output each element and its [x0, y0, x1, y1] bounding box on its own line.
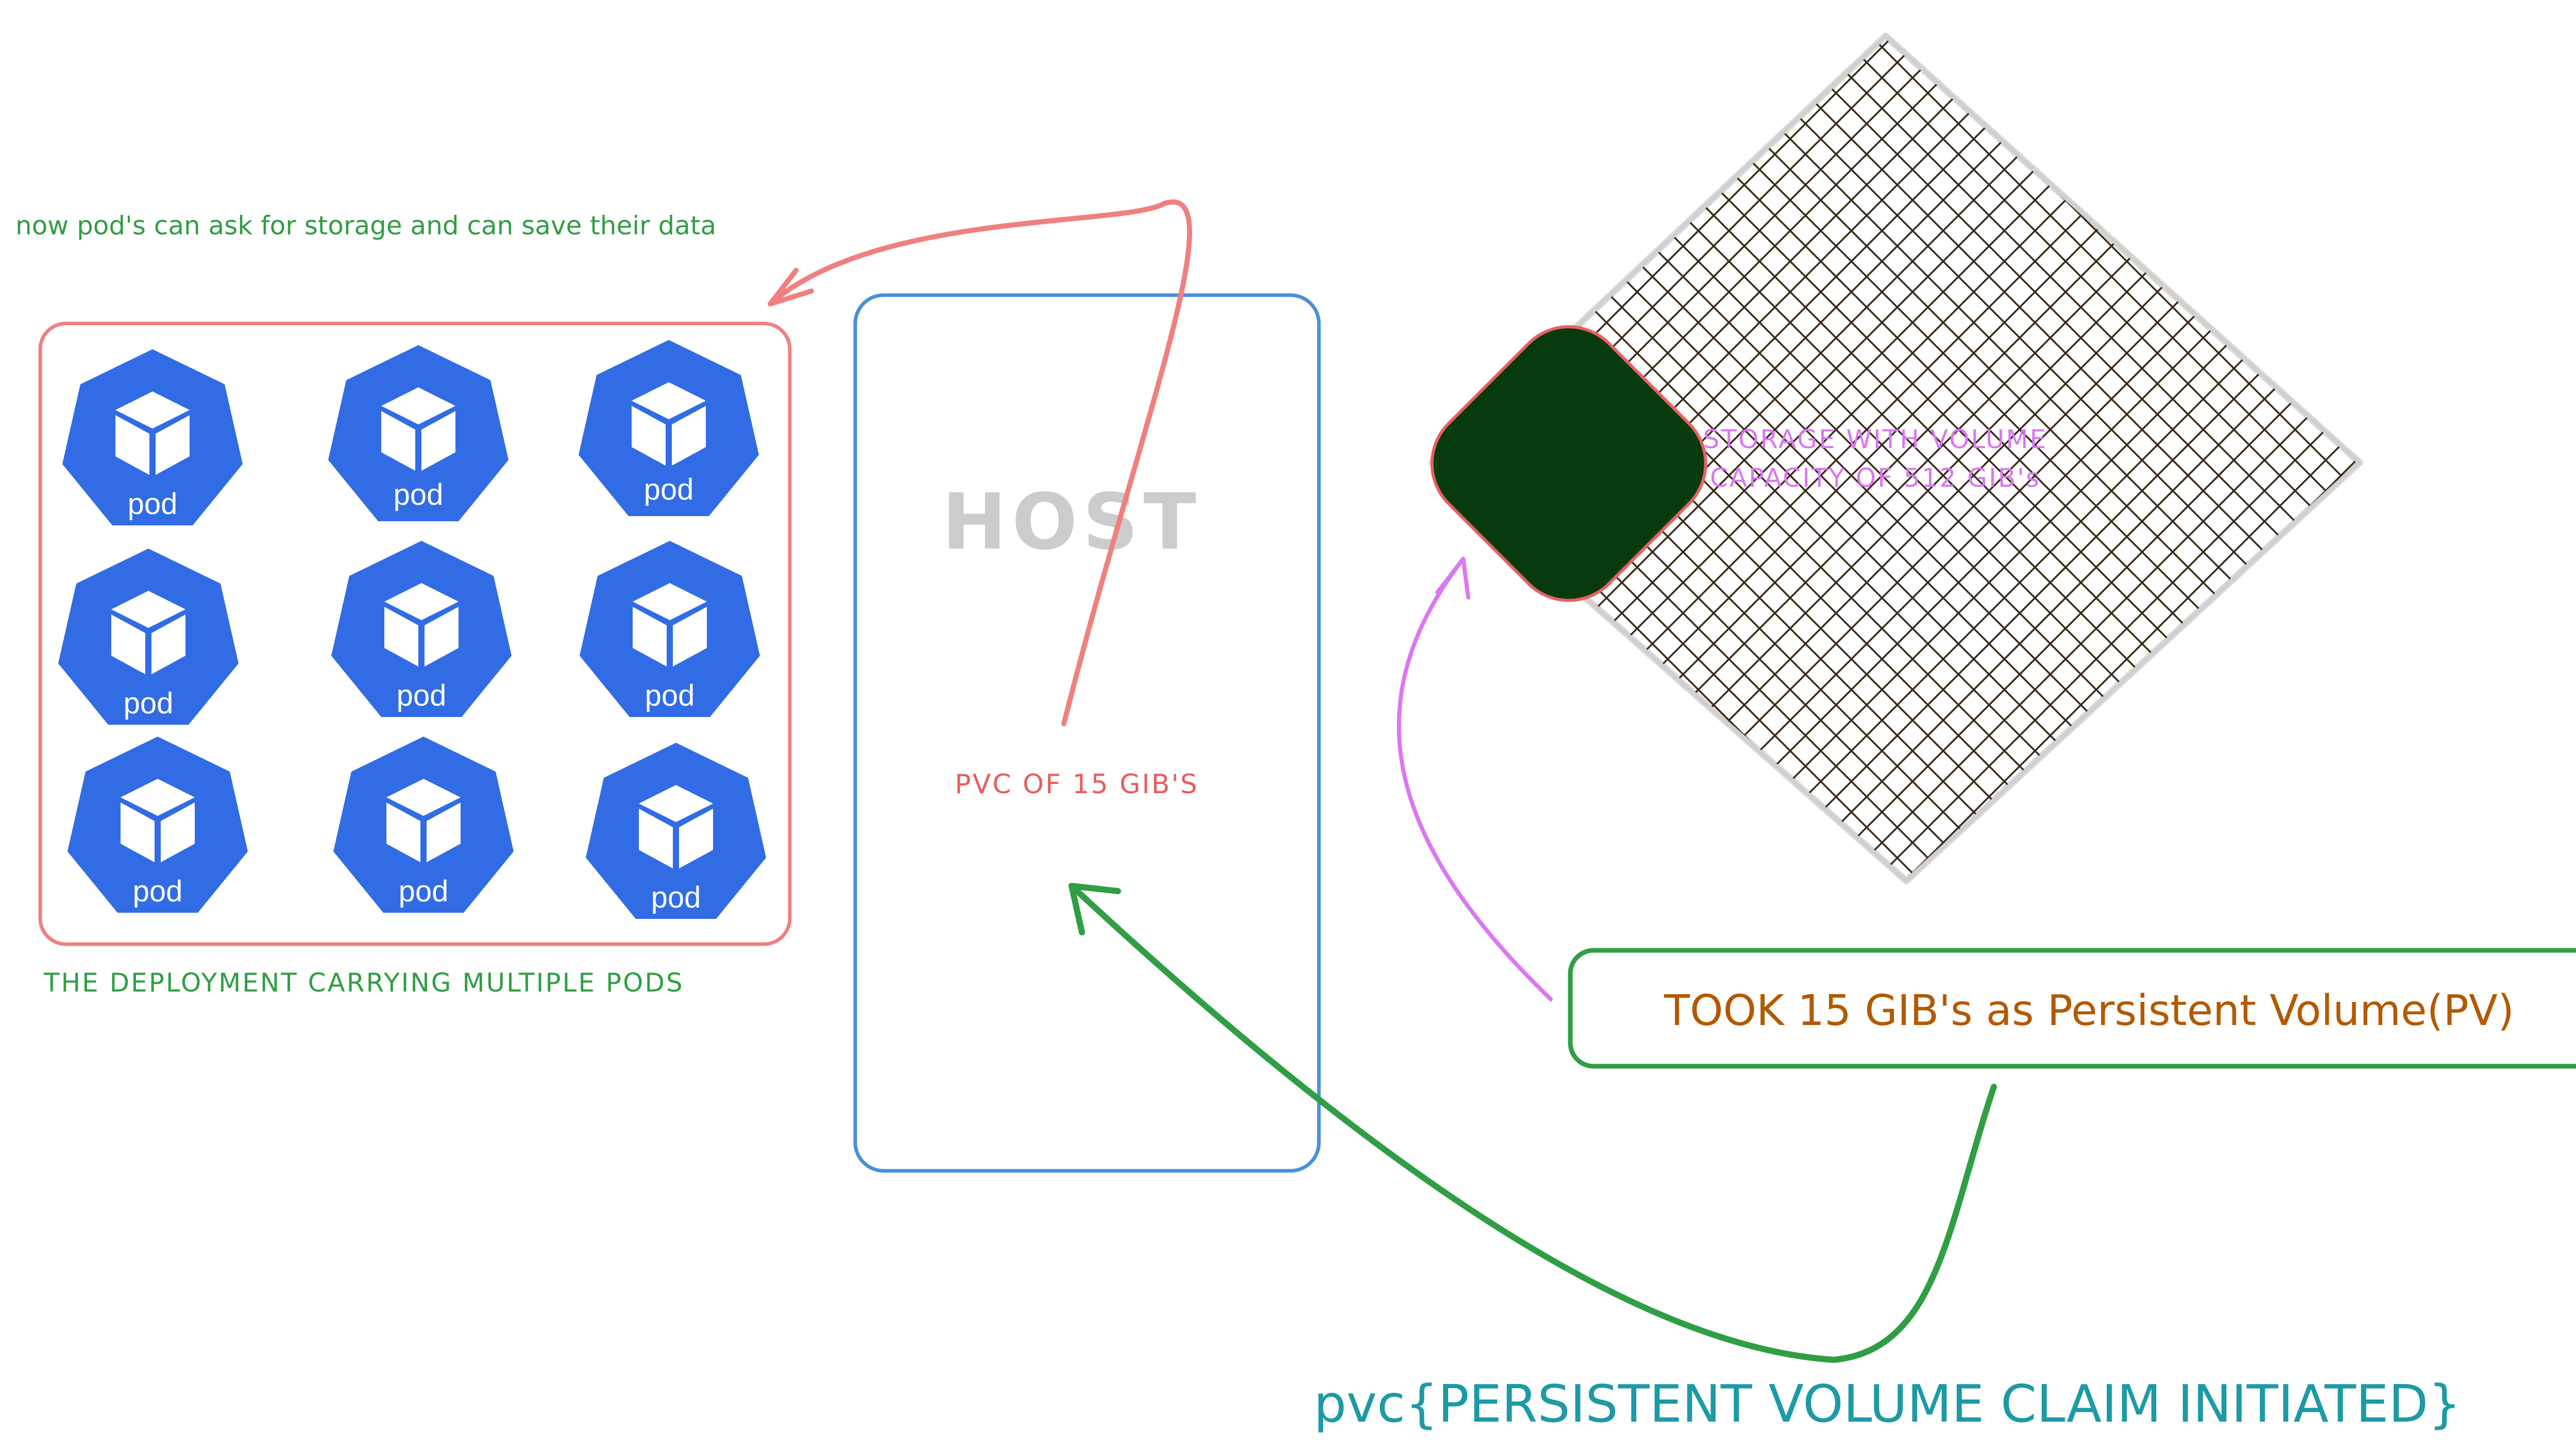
pod-label: pod [397, 679, 447, 712]
top-note: now pod's can ask for storage and can sa… [15, 211, 716, 241]
pod-icon: pod [67, 737, 248, 913]
pod-icon: pod [62, 349, 243, 525]
pod-icon: pod [586, 743, 766, 919]
pvc-label: PVC OF 15 GIB'S [955, 769, 1198, 800]
pod-icon: pod [331, 541, 512, 717]
pod-label: pod [133, 875, 183, 908]
pod-label: pod [124, 687, 174, 720]
pod-icon: pod [579, 340, 759, 516]
pod-grid: pod pod pod pod pod pod pod pod pod [58, 340, 766, 919]
pod-icon: pod [328, 345, 509, 521]
pv-box-label: TOOK 15 GIB's as Persistent Volume(PV) [1664, 986, 2514, 1035]
pod-label: pod [394, 478, 444, 511]
pod-icon: pod [58, 549, 239, 725]
pod-label: pod [645, 679, 695, 712]
pod-icon: pod [580, 541, 760, 717]
bottom-note: pvc{PERSISTENT VOLUME CLAIM INITIATED} [1314, 1374, 2461, 1434]
pod-icon: pod [333, 737, 514, 913]
pod-label: pod [399, 875, 449, 908]
storage-volume: STORAGE WITH VOLUME CAPACITY OF 512 GIB'… [1429, 32, 2363, 884]
host-label: HOST [942, 477, 1201, 567]
storage-label-line1: STORAGE WITH VOLUME [1703, 424, 2048, 454]
arrow-icon [1069, 883, 1997, 1363]
pod-label: pod [651, 881, 701, 914]
storage-label-line2: CAPACITY OF 512 GIB's [1710, 463, 2041, 493]
arrow-icon [1397, 557, 1553, 1001]
diagram-canvas: now pod's can ask for storage and can sa… [15, 32, 2576, 1434]
deployment-caption: THE DEPLOYMENT CARRYING MULTIPLE PODS [43, 968, 684, 998]
pod-label: pod [128, 487, 178, 521]
pod-label: pod [644, 473, 694, 506]
arrow-icon [768, 199, 1192, 726]
